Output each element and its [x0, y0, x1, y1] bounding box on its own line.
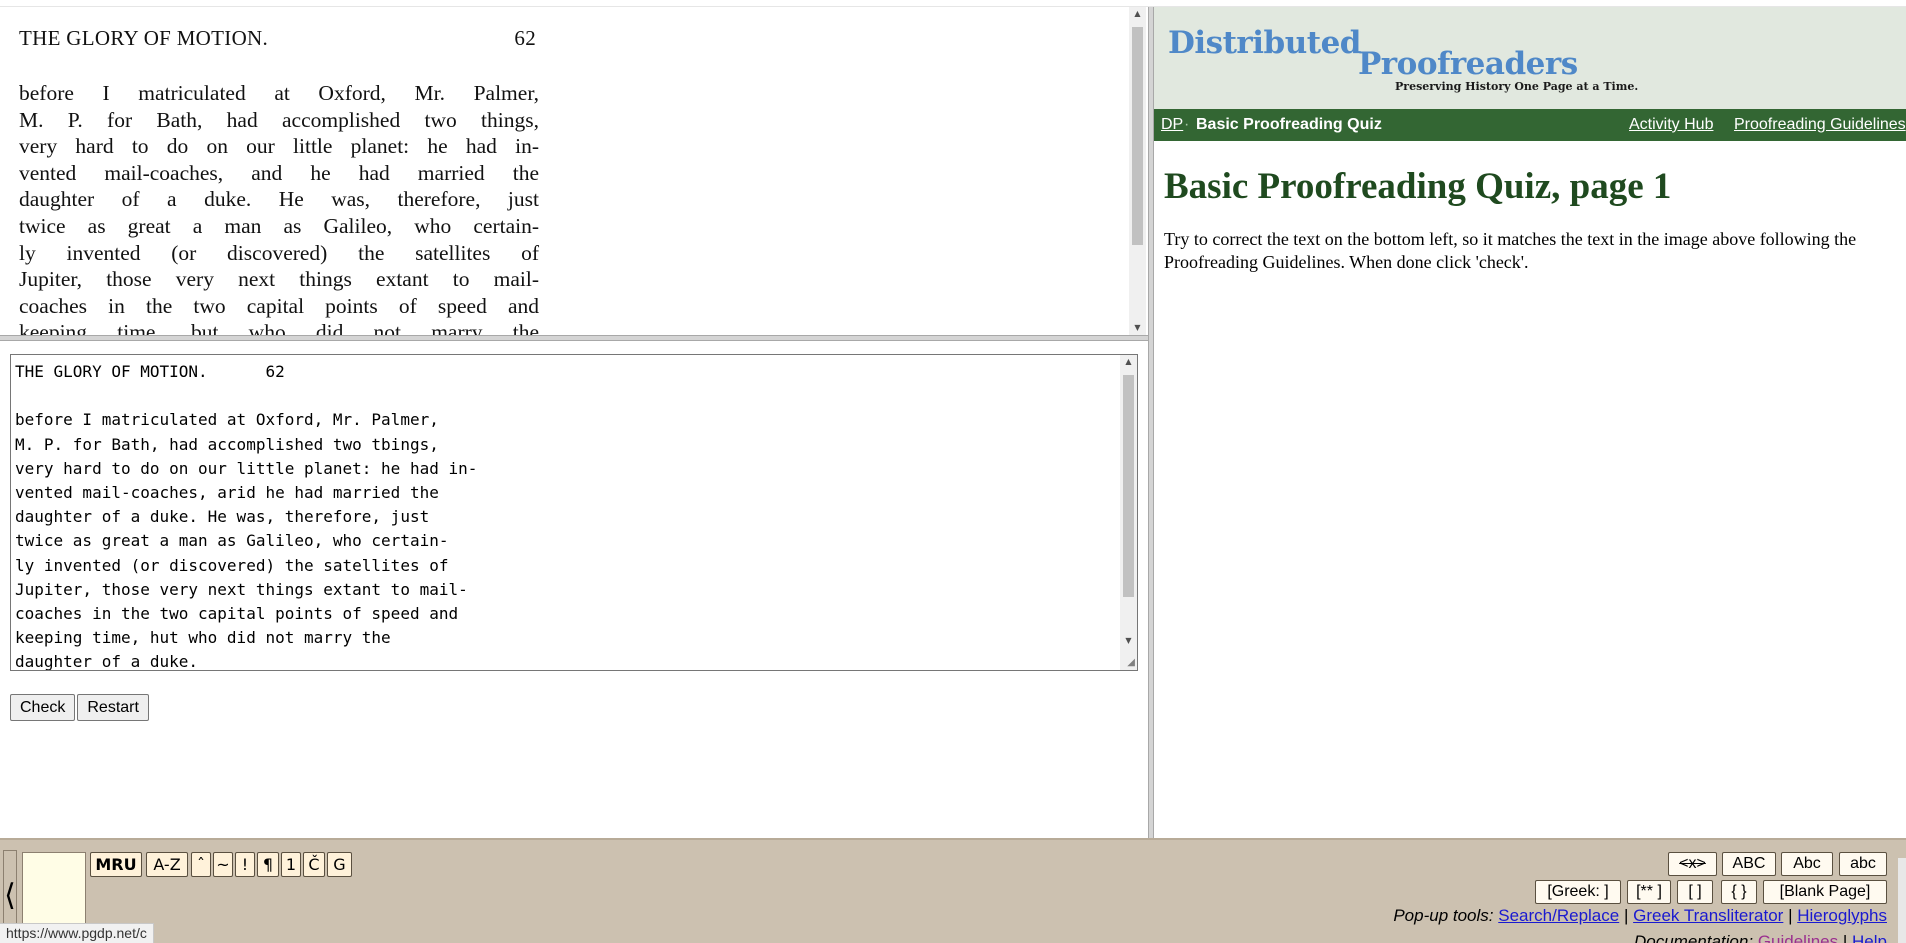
popup-tools-label: Pop-up tools:	[1393, 906, 1494, 925]
quiz-instructions: Try to correct the text on the bottom le…	[1164, 229, 1857, 272]
tab-numbers[interactable]: 1	[281, 852, 301, 877]
tab-tilde[interactable]: ~	[213, 852, 233, 877]
guidelines-link[interactable]: Guidelines	[1758, 932, 1838, 943]
logo-tagline: Preserving History One Page at a Time.	[1395, 80, 1639, 93]
scan-scrollbar[interactable]: ▲ ▼	[1129, 7, 1146, 335]
quiz-info-pane: Distributed Proofreaders Preserving Hist…	[1154, 7, 1906, 838]
titlecase-button[interactable]: Abc	[1781, 852, 1833, 876]
page-title: Basic Proofreading Quiz, page 1	[1164, 166, 1672, 207]
proofing-pane: THE GLORY OF MOTION. 62 before I matricu…	[0, 7, 1148, 838]
status-bar-url: https://www.pgdp.net/c	[0, 923, 154, 943]
popup-tools-row: Pop-up tools: Search/Replace | Greek Tra…	[1393, 906, 1887, 926]
link-separator: |	[1788, 906, 1793, 925]
documentation-row: Documentation: Guidelines | Help	[1634, 932, 1887, 943]
site-banner: Distributed Proofreaders Preserving Hist…	[1154, 7, 1906, 109]
scroll-down-arrow-icon[interactable]: ▼	[1129, 321, 1146, 335]
scan-line: coaches in the two capital points of spe…	[19, 293, 539, 318]
check-button[interactable]: Check	[10, 694, 76, 721]
scan-header-page-number: 62	[514, 26, 536, 50]
hieroglyphs-link[interactable]: Hieroglyphs	[1797, 906, 1887, 925]
nav-guidelines-link[interactable]: Proofreading Guidelines	[1734, 116, 1906, 134]
nav-home-link[interactable]: DP	[1161, 116, 1183, 134]
scan-line: twice as great a man as Galileo, who cer…	[19, 213, 539, 238]
greek-markup-button[interactable]: [Greek: ]	[1535, 880, 1621, 904]
tab-symbols[interactable]: ¶	[257, 852, 279, 877]
tab-circumflex[interactable]: ˆ	[191, 852, 211, 877]
nav-current-page: Basic Proofreading Quiz	[1196, 116, 1382, 133]
proofreading-text[interactable]: THE GLORY OF MOTION. 62 before I matricu…	[15, 360, 477, 670]
braces-button[interactable]: { }	[1721, 880, 1757, 904]
page-scan-image: THE GLORY OF MOTION. 62 before I matricu…	[0, 7, 560, 335]
brackets-button[interactable]: [ ]	[1677, 880, 1713, 904]
scan-line: Jupiter, those very next things extant t…	[19, 267, 539, 292]
logo-word-proofreaders: Proofreaders	[1358, 46, 1578, 82]
scan-line: M. P. for Bath, had accomplished two thi…	[19, 107, 539, 132]
scan-scrollbar-thumb[interactable]	[1132, 27, 1143, 245]
resize-grip-icon[interactable]: ◢	[1127, 657, 1135, 668]
horizontal-splitter[interactable]	[0, 335, 1148, 341]
scan-line: vented mail-coaches, and he had married …	[19, 160, 539, 185]
scan-image-frame[interactable]: THE GLORY OF MOTION. 62 before I matricu…	[0, 7, 1148, 335]
scan-running-header: THE GLORY OF MOTION. 62	[19, 26, 536, 51]
documentation-label: Documentation:	[1634, 932, 1754, 943]
lowercase-button[interactable]: abc	[1839, 852, 1887, 876]
scroll-up-arrow-icon[interactable]: ▲	[1129, 7, 1146, 21]
toolbar-scrollbar[interactable]	[1898, 858, 1906, 943]
tab-greek[interactable]: G	[327, 852, 352, 877]
help-link[interactable]: Help	[1852, 932, 1887, 943]
note-markup-button[interactable]: [** ]	[1627, 880, 1671, 904]
scan-header-title: THE GLORY OF MOTION.	[19, 26, 269, 50]
textarea-scrollbar[interactable]: ▲ ▼ ◢	[1120, 355, 1137, 670]
textarea-scrollbar-thumb[interactable]	[1123, 375, 1134, 597]
tab-a-z[interactable]: A-Z	[146, 852, 188, 877]
proofreading-textarea[interactable]: THE GLORY OF MOTION. 62 before I matricu…	[10, 354, 1138, 671]
restart-button[interactable]: Restart	[77, 694, 149, 721]
nav-activity-hub-link[interactable]: Activity Hub	[1629, 116, 1713, 134]
proofing-toolbar: ⟨ MRU A-Z ˆ ~ ! ¶ 1 Č G <x> ABC Abc abc …	[0, 838, 1906, 943]
quiz-button-row: Check Restart	[10, 694, 151, 721]
link-separator: |	[1842, 932, 1848, 943]
tab-mru[interactable]: MRU	[90, 852, 142, 877]
scan-line: very hard to do on our little planet: he…	[19, 134, 539, 159]
scan-line: keeping time, but who did not marry the	[19, 320, 539, 335]
scroll-down-arrow-icon[interactable]: ▼	[1120, 634, 1137, 648]
tab-punctuation[interactable]: !	[235, 852, 255, 877]
scan-line: daughter of a duke. He was, therefore, j…	[19, 187, 539, 212]
greek-transliterator-link[interactable]: Greek Transliterator	[1633, 906, 1783, 925]
logo-word-distributed: Distributed	[1168, 25, 1361, 61]
nav-separator: ·	[1184, 116, 1190, 133]
site-navbar: DP · Basic Proofreading Quiz Activity Hu…	[1154, 109, 1906, 141]
link-separator: |	[1623, 906, 1629, 925]
search-replace-link[interactable]: Search/Replace	[1498, 906, 1619, 925]
top-strip	[0, 0, 1906, 7]
scan-line: ly invented (or discovered) the satellit…	[19, 240, 539, 265]
tab-caron[interactable]: Č	[303, 852, 325, 877]
blank-page-button[interactable]: [Blank Page]	[1763, 880, 1887, 904]
scroll-up-arrow-icon[interactable]: ▲	[1120, 355, 1137, 369]
remove-markup-button[interactable]: <x>	[1668, 852, 1717, 876]
uppercase-button[interactable]: ABC	[1722, 852, 1776, 876]
scan-line: before I matriculated at Oxford, Mr. Pal…	[19, 81, 539, 105]
scan-text-block: before I matriculated at Oxford, Mr. Pal…	[19, 80, 539, 335]
